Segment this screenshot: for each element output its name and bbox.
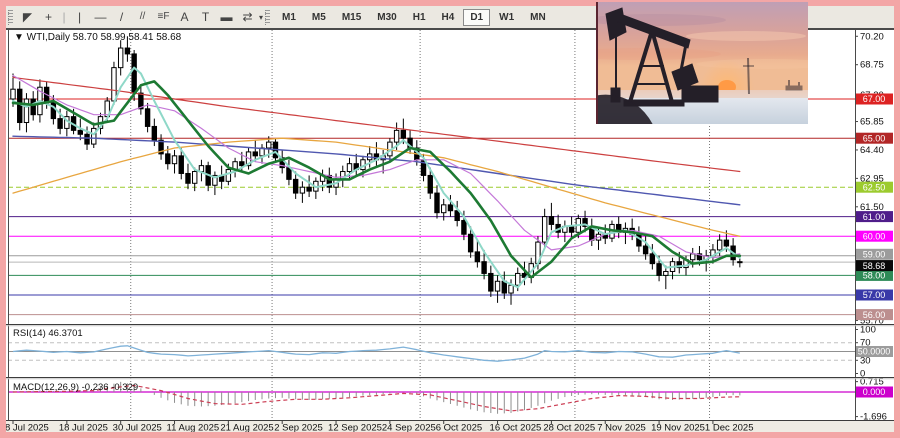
timeframe-m5-button[interactable]: M5 xyxy=(305,9,333,26)
svg-text:56.00: 56.00 xyxy=(863,310,886,320)
svg-text:59.00: 59.00 xyxy=(863,250,886,260)
svg-text:60.00: 60.00 xyxy=(863,231,886,241)
fibonacci-tool-icon[interactable]: ≡F xyxy=(153,7,174,27)
svg-text:62.50: 62.50 xyxy=(863,182,886,192)
svg-text:50.0000: 50.0000 xyxy=(858,347,891,357)
svg-text:6 Oct 2025: 6 Oct 2025 xyxy=(436,423,482,433)
timeframes-group: M1 M5 M15 M30 H1 H4 D1 W1 MN xyxy=(274,8,554,26)
timeframe-h4-button[interactable]: H4 xyxy=(435,9,462,26)
svg-text:70.20: 70.20 xyxy=(860,31,884,42)
svg-text:21 Aug 2025: 21 Aug 2025 xyxy=(220,423,273,433)
svg-text:65.85: 65.85 xyxy=(860,117,884,128)
horizontal-line-tool-icon[interactable]: — xyxy=(90,7,111,27)
timeframe-d1-button[interactable]: D1 xyxy=(463,8,491,26)
chart-window: ◤ + | | — ///≡F A T ▬ ⇄ ▾ M1 M5 M15 M30 H1 H4 D1 W1 MN 70.… xyxy=(0,0,900,438)
arrows-dropdown-caret-icon[interactable]: ▾ xyxy=(259,13,263,22)
macd-label: MACD(12,26,9) -0.236 -0.329 xyxy=(13,382,138,393)
svg-text:57.00: 57.00 xyxy=(863,290,886,300)
svg-text:68.75: 68.75 xyxy=(860,60,884,71)
svg-text:30 Jul 2025: 30 Jul 2025 xyxy=(113,423,162,433)
svg-text:65.00: 65.00 xyxy=(863,133,886,143)
svg-text:64.40: 64.40 xyxy=(860,145,884,156)
svg-text:28 Oct 2025: 28 Oct 2025 xyxy=(543,423,595,433)
svg-text:58.68: 58.68 xyxy=(863,261,886,271)
svg-text:67.00: 67.00 xyxy=(863,94,886,104)
svg-text:0.000: 0.000 xyxy=(863,387,886,397)
rsi-label: RSI(14) 46.3701 xyxy=(13,328,83,339)
drawing-tools-group: ◤ + | | — ///≡F A T ▬ ⇄ ▾ xyxy=(17,7,263,27)
svg-text:18 Jul 2025: 18 Jul 2025 xyxy=(59,423,108,433)
timeframe-mn-button[interactable]: MN xyxy=(523,9,553,26)
timeframe-grip[interactable] xyxy=(265,9,271,25)
arrows-tool-icon[interactable]: ⇄ xyxy=(237,7,258,27)
oil-pumpjack-photo xyxy=(596,2,808,124)
timeframe-w1-button[interactable]: W1 xyxy=(492,9,521,26)
toolbar-grip[interactable] xyxy=(8,9,13,25)
svg-text:16 Oct 2025: 16 Oct 2025 xyxy=(490,423,542,433)
vertical-line-tool-icon[interactable]: | xyxy=(69,7,90,27)
timeframe-m1-button[interactable]: M1 xyxy=(275,9,303,26)
svg-text:8 Jul 2025: 8 Jul 2025 xyxy=(6,423,49,433)
timeframe-m30-button[interactable]: M30 xyxy=(370,9,403,26)
rectangle-tool-icon[interactable]: ▬ xyxy=(216,7,237,27)
crosshair-tool-icon[interactable]: + xyxy=(38,7,59,27)
chart-title: ▼ WTI,Daily 58.70 58.99 58.41 58.68 xyxy=(14,32,182,43)
text-tool-icon[interactable]: A xyxy=(174,7,195,27)
svg-text:19 Nov 2025: 19 Nov 2025 xyxy=(651,423,705,433)
svg-text:24 Sep 2025: 24 Sep 2025 xyxy=(382,423,436,433)
svg-text:58.00: 58.00 xyxy=(863,271,886,281)
svg-text:61.00: 61.00 xyxy=(863,212,886,222)
svg-text:2 Sep 2025: 2 Sep 2025 xyxy=(274,423,323,433)
svg-text:1 Dec 2025: 1 Dec 2025 xyxy=(705,423,754,433)
svg-text:11 Aug 2025: 11 Aug 2025 xyxy=(167,423,220,433)
label-tool-icon[interactable]: T xyxy=(195,7,216,27)
trend-line-tool-icon[interactable]: / xyxy=(111,7,132,27)
cursor-tool-icon[interactable]: ◤ xyxy=(17,7,38,27)
timeframe-m15-button[interactable]: M15 xyxy=(335,9,368,26)
svg-text:12 Sep 2025: 12 Sep 2025 xyxy=(328,423,382,433)
timeframe-h1-button[interactable]: H1 xyxy=(406,9,433,26)
equidistant-channel-tool-icon[interactable]: // xyxy=(132,7,153,27)
toolbar-separator: | xyxy=(62,10,66,24)
svg-text:7 Nov 2025: 7 Nov 2025 xyxy=(597,423,646,433)
